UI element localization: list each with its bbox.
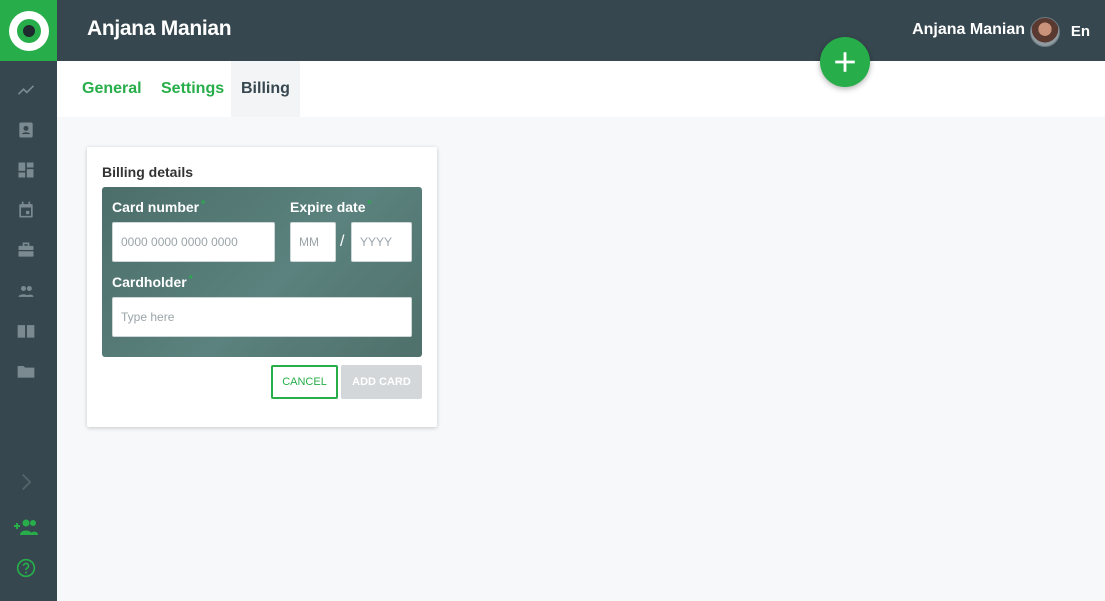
help-icon[interactable] (16, 558, 36, 578)
plus-icon (835, 52, 855, 72)
tab-billing[interactable]: Billing (231, 61, 300, 117)
card-number-input[interactable] (112, 222, 275, 262)
chevron-right-icon[interactable] (16, 472, 36, 492)
contact-card-icon[interactable] (16, 120, 36, 140)
add-button[interactable] (820, 37, 870, 87)
calendar-icon[interactable] (16, 200, 36, 220)
avatar[interactable] (1030, 17, 1060, 47)
cancel-button[interactable]: CANCEL (271, 365, 338, 399)
expire-month-input[interactable] (290, 222, 336, 262)
briefcase-icon[interactable] (16, 240, 36, 260)
date-separator: / (340, 233, 345, 250)
card-form-panel: Card number* Expire date* / Cardholder* (102, 187, 422, 357)
dashboard-icon[interactable] (16, 160, 36, 180)
tabs-bar: General Settings Billing (57, 61, 1105, 117)
expire-year-input[interactable] (351, 222, 412, 262)
billing-card: Billing details Card number* Expire date… (87, 147, 437, 427)
tab-settings[interactable]: Settings (161, 61, 224, 117)
cardholder-input[interactable] (112, 297, 412, 337)
language-selector[interactable]: En (1071, 23, 1090, 40)
sidebar (0, 0, 57, 601)
required-mark: * (188, 274, 193, 285)
required-mark: * (367, 199, 372, 210)
billing-title: Billing details (102, 164, 194, 180)
tab-general[interactable]: General (82, 61, 142, 117)
required-mark: * (201, 199, 206, 210)
card-number-label: Card number * (112, 199, 206, 215)
top-header: Anjana Manian Anjana Manian En (57, 0, 1105, 61)
people-icon[interactable] (16, 281, 36, 301)
app-logo[interactable] (0, 0, 57, 61)
add-card-button[interactable]: ADD CARD (341, 365, 422, 399)
page-title: Anjana Manian (87, 17, 232, 40)
trending-icon[interactable] (16, 80, 36, 100)
user-name[interactable]: Anjana Manian (912, 21, 1025, 39)
expire-date-label: Expire date * (290, 199, 372, 215)
folder-icon[interactable] (16, 361, 36, 381)
book-icon[interactable] (16, 321, 36, 341)
cardholder-label: Cardholder * (112, 274, 193, 290)
add-user-icon[interactable] (13, 517, 39, 537)
